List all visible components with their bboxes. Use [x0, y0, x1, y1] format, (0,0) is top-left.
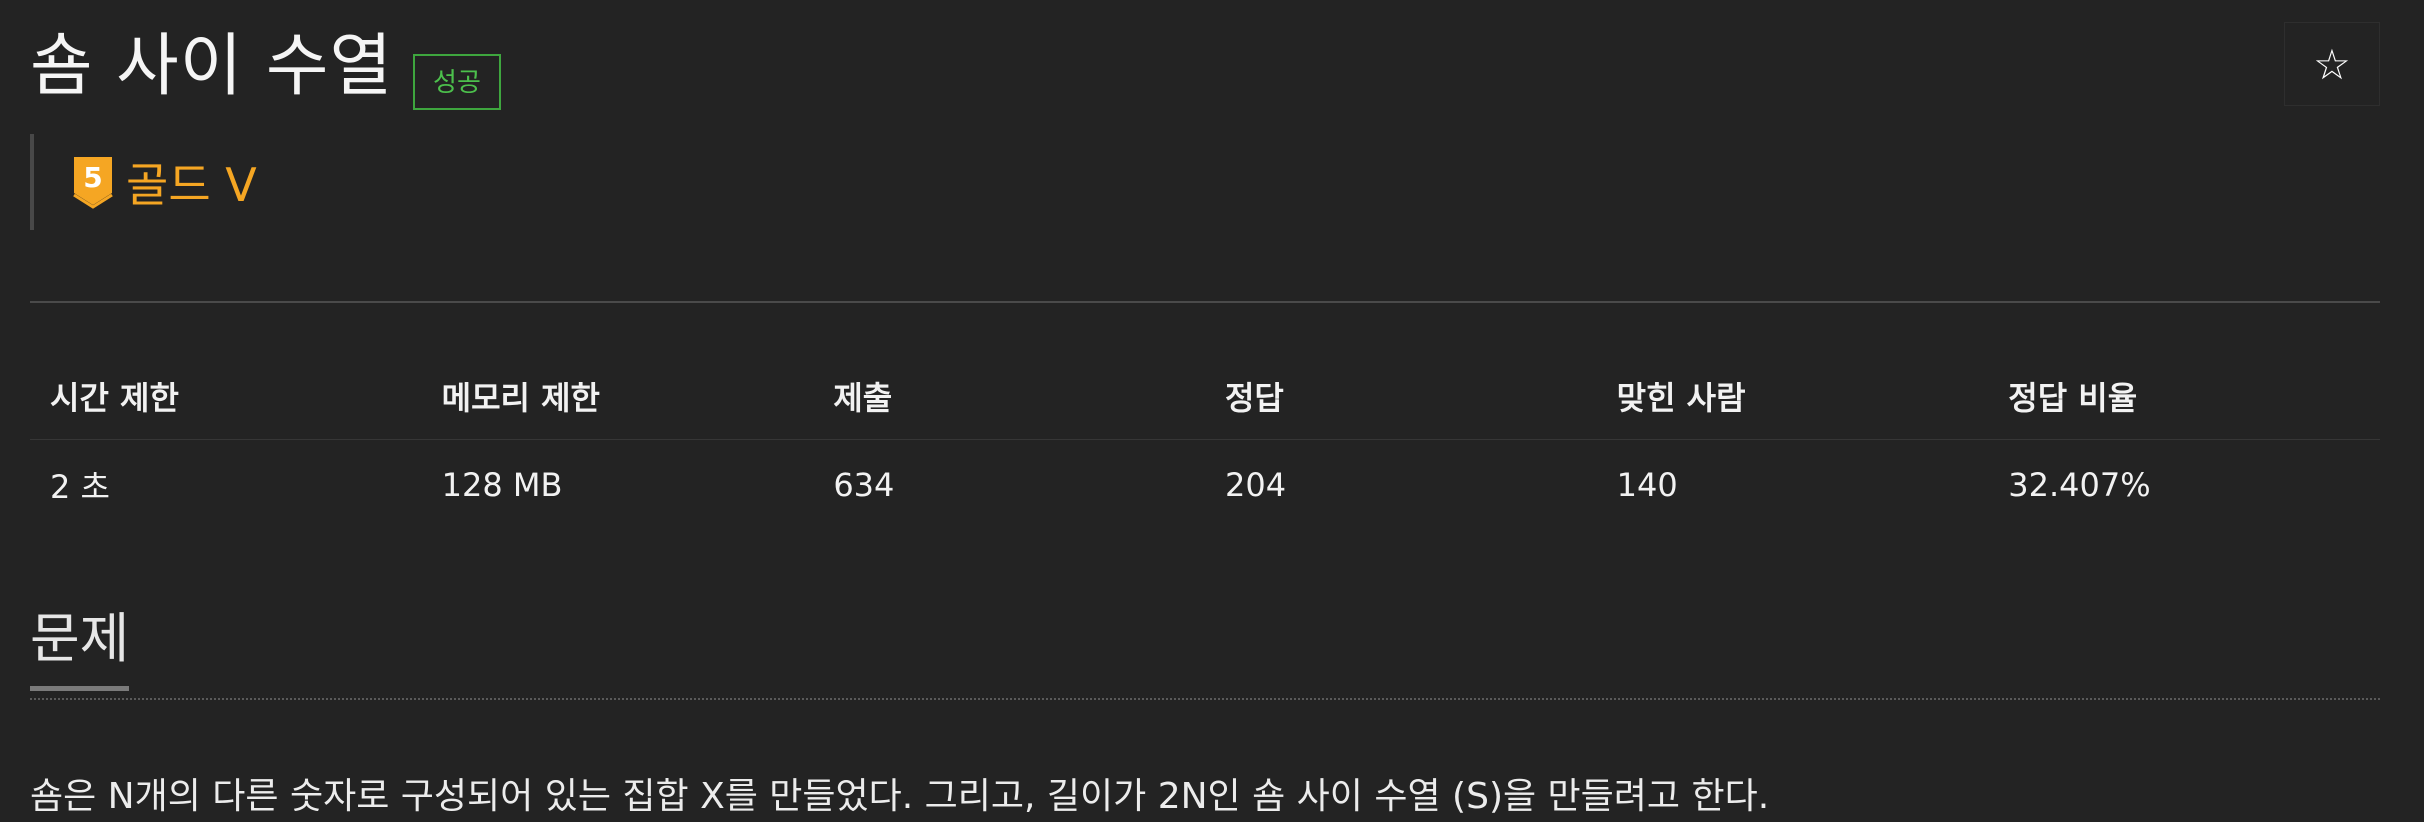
tier-label: 골드 V — [126, 158, 257, 212]
table-header-row: 시간 제한 메모리 제한 제출 정답 맞힌 사람 정답 비율 — [30, 353, 2380, 440]
tier-level-text: 5 — [83, 161, 102, 194]
header-solved-users: 맞힌 사람 — [1596, 353, 1989, 440]
tier-block: 5 골드 V — [30, 134, 257, 230]
solved-users-value: 140 — [1616, 466, 1678, 504]
submissions-value: 634 — [833, 466, 895, 504]
header-memory-limit: 메모리 제한 — [421, 353, 814, 440]
memory-limit-value: 128 MB — [441, 466, 563, 504]
result-badge: 성공 — [413, 54, 501, 110]
header-accepted: 정답 — [1204, 353, 1597, 440]
time-limit-value: 2 초 — [50, 468, 110, 506]
star-icon: ☆ — [2313, 39, 2351, 89]
header-divider — [30, 301, 2380, 303]
header-time-limit: 시간 제한 — [30, 353, 422, 440]
title-row: 숌 사이 수열 성공 — [30, 22, 501, 112]
problem-page: 숌 사이 수열 성공 ☆ 5 골드 V 시간 제한 메모리 제한 제출 정답 맞… — [30, 0, 2380, 817]
gold-tier-icon: 5 — [73, 157, 113, 209]
accept-ratio-value: 32.407% — [2008, 466, 2151, 504]
problem-title: 숌 사이 수열 — [30, 27, 394, 106]
header-submissions: 제출 — [813, 353, 1205, 440]
problem-section-header: 문제 — [30, 600, 2380, 700]
header-accept-ratio: 정답 비율 — [1988, 353, 2380, 440]
accepted-value: 204 — [1224, 466, 1287, 504]
table-row: 2 초 128 MB 634 204 140 32.407% — [30, 440, 2380, 531]
problem-statement: 숌은 N개의 다른 숫자로 구성되어 있는 집합 X를 만들었다. 그리고, 길… — [30, 776, 1770, 817]
favorite-button[interactable]: ☆ — [2284, 22, 2380, 106]
problem-info-table: 시간 제한 메모리 제한 제출 정답 맞힌 사람 정답 비율 2 초 128 M… — [30, 353, 2380, 530]
problem-section-title: 문제 — [30, 606, 130, 691]
